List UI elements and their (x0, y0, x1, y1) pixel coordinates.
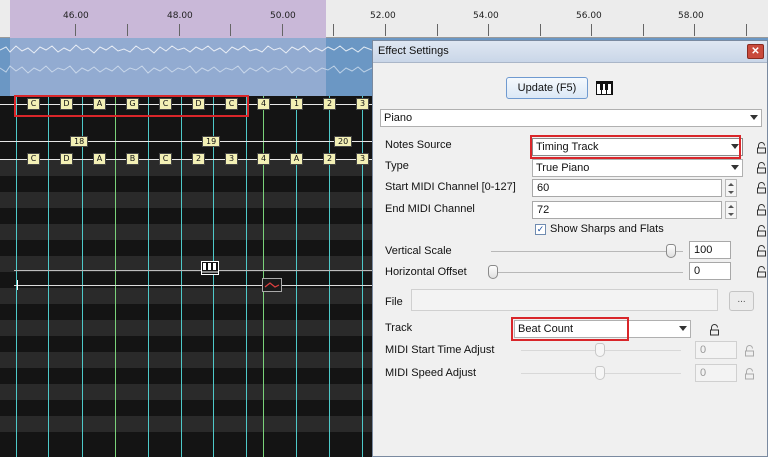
browse-button[interactable]: ... (729, 291, 754, 311)
ruler-label: 56.00 (576, 11, 602, 21)
timing-mark[interactable]: A (290, 153, 303, 165)
lock-icon[interactable] (756, 182, 767, 194)
highlight-track (511, 317, 629, 341)
piano-effect-icon[interactable] (201, 261, 219, 275)
ruler-label: 50.00 (270, 11, 296, 21)
timing-mark[interactable]: 3 (356, 153, 369, 165)
horizontal-offset-slider[interactable] (488, 265, 498, 279)
timing-mark[interactable]: 2 (192, 153, 205, 165)
timing-mark[interactable]: 4 (257, 153, 270, 165)
lock-icon[interactable] (744, 368, 755, 380)
close-icon[interactable]: ✕ (747, 44, 764, 59)
bar-number[interactable]: 20 (334, 136, 353, 147)
sharps-flats-label: Show Sharps and Flats (550, 223, 664, 235)
lock-icon[interactable] (756, 225, 767, 237)
ruler-label: 48.00 (167, 11, 193, 21)
chevron-down-icon (731, 165, 739, 170)
end-midi-label: End MIDI Channel (385, 203, 475, 215)
timing-mark[interactable]: A (93, 153, 106, 165)
horizontal-offset-input[interactable]: 0 (689, 262, 731, 280)
vertical-scale-label: Vertical Scale (385, 245, 452, 257)
timing-mark[interactable]: 3 (356, 98, 369, 110)
effect-row-line (14, 270, 372, 271)
ruler-label: 46.00 (63, 11, 89, 21)
vertical-scale-slider[interactable] (666, 244, 676, 258)
ruler-label: 54.00 (473, 11, 499, 21)
highlight-selection-box (14, 95, 249, 117)
timing-mark[interactable]: C (27, 153, 40, 165)
timing-mark[interactable]: 2 (323, 153, 336, 165)
effect-settings-dialog: Effect Settings ✕ Update (F5) Piano Note… (372, 40, 768, 457)
track-label: Track (385, 322, 413, 334)
chevron-down-icon (679, 326, 687, 331)
midi-start-slider[interactable] (595, 343, 605, 357)
start-midi-spinner[interactable] (725, 179, 737, 197)
chevron-down-icon (750, 115, 758, 120)
timing-mark[interactable]: 1 (290, 98, 303, 110)
timing-mark[interactable]: B (126, 153, 139, 165)
lock-icon[interactable] (744, 345, 755, 357)
bar-track-line (0, 141, 372, 142)
vertical-scale-input[interactable]: 100 (689, 241, 731, 259)
notes-source-label: Notes Source (385, 139, 452, 151)
highlight-notes-source (530, 135, 741, 159)
bar-number[interactable]: 18 (70, 136, 89, 147)
timing-mark[interactable]: D (60, 153, 73, 165)
vertical-scale-track (491, 251, 683, 252)
lock-icon[interactable] (756, 266, 767, 278)
effect-select[interactable]: Piano (380, 109, 762, 127)
update-button[interactable]: Update (F5) (506, 77, 588, 99)
type-value: True Piano (536, 162, 590, 174)
bar-number[interactable]: 19 (202, 136, 221, 147)
horizontal-offset-track (491, 272, 683, 273)
midi-start-label: MIDI Start Time Adjust (385, 344, 495, 356)
effect-marker-icon[interactable] (262, 278, 282, 292)
type-select[interactable]: True Piano (532, 159, 743, 177)
lock-icon[interactable] (756, 204, 767, 216)
sharps-flats-checkbox[interactable]: ✓ (535, 224, 546, 235)
midi-speed-input[interactable]: 0 (695, 364, 737, 382)
lock-icon[interactable] (756, 162, 767, 174)
waveform-trace (0, 44, 372, 74)
end-midi-input[interactable]: 72 (532, 201, 722, 219)
effect-select-value: Piano (384, 112, 413, 124)
sequencer-window: 46.00 48.00 50.00 52.00 54.00 56.00 58.0… (0, 0, 768, 457)
ruler-label: 52.00 (370, 11, 396, 21)
start-midi-label: Start MIDI Channel [0-127] (385, 181, 516, 193)
timing-mark[interactable]: 2 (323, 98, 336, 110)
lock-icon[interactable] (709, 324, 720, 336)
timing-mark[interactable]: 4 (257, 98, 270, 110)
timeline-ruler[interactable]: 46.00 48.00 50.00 52.00 54.00 56.00 58.0… (0, 0, 768, 38)
ruler-label: 58.00 (678, 11, 704, 21)
end-midi-spinner[interactable] (725, 201, 737, 219)
effect-row-line (14, 285, 372, 286)
dialog-title: Effect Settings (378, 45, 449, 57)
lock-icon[interactable] (756, 245, 767, 257)
timing-track-line (0, 159, 372, 160)
file-input[interactable] (411, 289, 718, 311)
start-midi-input[interactable]: 60 (532, 179, 722, 197)
horizontal-offset-label: Horizontal Offset (385, 266, 467, 278)
lock-icon[interactable] (756, 142, 767, 154)
midi-speed-slider[interactable] (595, 366, 605, 380)
file-label: File (385, 296, 403, 308)
timing-mark[interactable]: 3 (225, 153, 238, 165)
piano-keys-icon[interactable] (596, 81, 613, 95)
midi-speed-label: MIDI Speed Adjust (385, 367, 477, 379)
timing-mark[interactable]: C (159, 153, 172, 165)
dialog-titlebar[interactable]: Effect Settings ✕ (373, 41, 767, 63)
midi-start-input[interactable]: 0 (695, 341, 737, 359)
type-label: Type (385, 160, 409, 172)
